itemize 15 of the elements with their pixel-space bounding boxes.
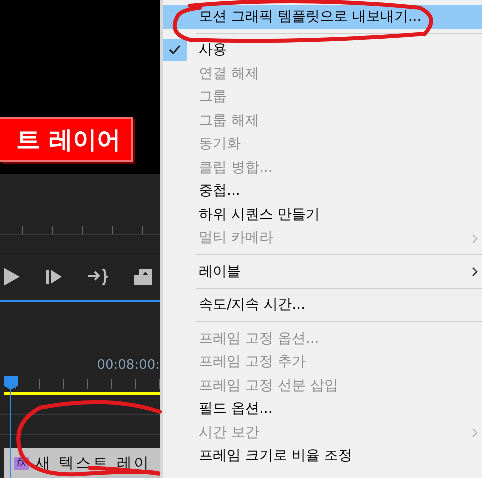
menu-item[interactable]: 프레임 크기로 비율 조정: [163, 444, 482, 468]
step-forward-icon[interactable]: [46, 270, 62, 284]
insert-icon[interactable]: [88, 268, 108, 285]
menu-item[interactable]: 속도/지속 시간...: [163, 294, 482, 317]
play-icon[interactable]: [4, 268, 20, 286]
menu-item[interactable]: 하위 시퀀스 만들기: [163, 203, 482, 226]
camera-icon[interactable]: [134, 268, 152, 285]
menu-item[interactable]: 사용: [163, 38, 482, 62]
checkmark-icon: [169, 45, 181, 56]
title-banner: 트 레이어: [0, 117, 133, 162]
menu-item[interactable]: 중첩...: [163, 180, 482, 203]
timecode: 00:08:00:: [97, 358, 160, 373]
menu-item[interactable]: 레이블: [163, 260, 482, 284]
menu-item[interactable]: 모션 그래픽 템플릿으로 내보내기...: [163, 5, 482, 28]
menu-item[interactable]: 필드 옵션...: [163, 398, 482, 421]
